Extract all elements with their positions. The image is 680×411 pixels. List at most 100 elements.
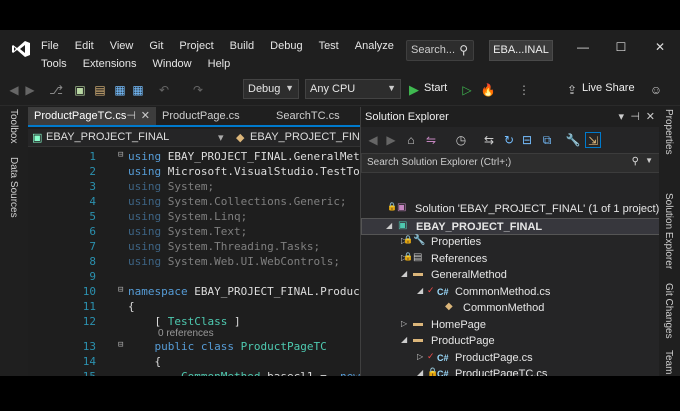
back-icon[interactable]: ◀ <box>6 82 22 98</box>
hot-reload-icon[interactable]: 🔥 <box>480 82 496 98</box>
menu-item[interactable]: Git <box>149 40 163 56</box>
properties-tab[interactable]: Properties <box>663 109 674 155</box>
menu-item[interactable]: Edit <box>75 40 94 56</box>
bottom-letterbox <box>0 376 680 411</box>
open-folder-icon[interactable]: ▤ <box>92 82 108 98</box>
search-icon[interactable]: ⚲ <box>632 156 639 167</box>
live-share-button[interactable]: Live Share <box>582 82 635 94</box>
tab-productpage[interactable]: ProductPage.cs <box>156 107 270 125</box>
fold-toggle-icon[interactable]: ⊟ <box>118 150 123 160</box>
tab-productpagetc[interactable]: ProductPageTC.cs ⊣ ✕ <box>28 107 156 125</box>
team-explorer-tab[interactable]: Team Explor <box>663 350 674 376</box>
menu-item[interactable]: Extensions <box>83 58 137 74</box>
menu-item[interactable]: Project <box>179 40 213 56</box>
pin-icon[interactable]: ⊣ <box>126 109 136 122</box>
feedback-icon[interactable]: ☺ <box>648 82 664 98</box>
home-icon[interactable]: ⌂ <box>403 132 419 148</box>
collapsed-arrow-icon[interactable]: ▷ <box>417 352 423 361</box>
code-area[interactable]: 1 ⊟ using EBAY_PROJECT_FINAL.GeneralMet 2 us… <box>28 147 360 376</box>
refresh-icon[interactable]: ↻ <box>501 132 517 148</box>
expanded-arrow-icon[interactable]: ◢ <box>386 221 392 230</box>
data-sources-tab[interactable]: Data Sources <box>8 157 19 218</box>
tree-item[interactable]: ◢ ▬ ProductPage <box>361 333 660 350</box>
start-debug-icon[interactable]: ▶ <box>406 82 422 98</box>
close-icon[interactable]: ✕ <box>650 40 670 56</box>
toolbox-tab[interactable]: Toolbox <box>8 109 19 143</box>
new-project-icon[interactable]: ▣ <box>72 82 88 98</box>
save-icon[interactable]: ▦ <box>112 82 128 98</box>
back-icon[interactable]: ◀ <box>365 132 381 148</box>
platform-value: Any CPU <box>310 83 356 95</box>
expanded-arrow-icon[interactable]: ◢ <box>401 269 407 278</box>
sync-icon[interactable]: ⇆ <box>481 132 497 148</box>
solution-search-input[interactable]: Search Solution Explorer (Ctrl+;) ⚲ ▼ <box>361 153 660 173</box>
forward-icon[interactable]: ▶ <box>22 82 38 98</box>
tree-item[interactable]: ▷ 🔒 ▤ References <box>361 251 660 268</box>
menu-item[interactable]: Build <box>230 40 254 56</box>
show-all-files-icon[interactable]: ⧉ <box>539 132 555 148</box>
configuration-select[interactable]: Debug ▼ <box>243 79 299 99</box>
tree-item[interactable]: ▷ ✓ C# ProductPage.cs <box>361 350 660 367</box>
pin-icon[interactable]: ⊣ <box>630 110 640 123</box>
tree-item[interactable]: 🔒 ▣ Solution 'EBAY_PROJECT_FINAL' (1 of 1 … <box>361 201 660 218</box>
collapsed-arrow-icon[interactable]: ▷ <box>401 319 407 328</box>
chevron-down-icon[interactable]: ▾ <box>218 131 224 144</box>
undo-icon[interactable]: ↶ <box>156 82 172 98</box>
platform-select[interactable]: Any CPU ▼ <box>305 79 401 99</box>
close-icon[interactable]: ✕ <box>646 110 655 123</box>
code-token: using <box>128 195 162 208</box>
switch-views-icon[interactable]: ⇋ <box>423 132 439 148</box>
redo-icon[interactable]: ↷ <box>190 82 206 98</box>
menu-item[interactable]: Debug <box>270 40 302 56</box>
branch-icon[interactable]: ⎇ <box>48 82 64 98</box>
folder-icon: ▬ <box>413 317 423 329</box>
tree-item[interactable]: ◢ 🔒 C# ProductPageTC.cs <box>361 366 660 376</box>
close-icon[interactable]: ✕ <box>141 109 150 122</box>
global-search-box[interactable]: Search... ⚲ <box>406 40 474 61</box>
menu-item[interactable]: View <box>110 40 134 56</box>
preview-selected-icon[interactable]: ⇲ <box>585 132 601 148</box>
git-changes-tab[interactable]: Git Changes <box>663 283 674 339</box>
code-text: public class ProductPageTC <box>128 340 327 353</box>
forward-icon[interactable]: ▶ <box>383 132 399 148</box>
save-all-icon[interactable]: ▦ <box>130 82 146 98</box>
tree-item[interactable]: ◢ ▣ EBAY_PROJECT_FINAL <box>361 217 660 235</box>
toolbar-overflow-icon[interactable]: ⋮ <box>516 82 532 98</box>
tree-item-label: References <box>431 252 488 265</box>
tree-item-label: ProductPage.cs <box>455 351 533 364</box>
start-button[interactable]: Start <box>424 82 447 94</box>
maximize-icon[interactable]: ☐ <box>611 40 631 56</box>
menu-item[interactable]: Analyze <box>355 40 394 56</box>
menu-item[interactable]: Window <box>153 58 192 74</box>
tree-item[interactable]: ▷ 🔒 🔧 Properties <box>361 234 660 251</box>
pending-changes-icon[interactable]: ◷ <box>453 132 469 148</box>
fold-toggle-icon[interactable]: ⊟ <box>118 285 123 295</box>
properties-wrench-icon[interactable]: 🔧 <box>565 132 581 148</box>
menu-item[interactable]: Tools <box>41 58 67 74</box>
minimize-icon[interactable]: — <box>573 40 593 56</box>
codelens-references[interactable]: 0 references <box>158 328 214 339</box>
menu-item[interactable]: Help <box>208 58 231 74</box>
collapse-all-icon[interactable]: ⊟ <box>519 132 535 148</box>
tree-item[interactable]: ▷ ▬ HomePage <box>361 317 660 334</box>
tree-item[interactable]: ◆ CommonMethod <box>361 300 660 317</box>
menu-item[interactable]: Test <box>319 40 339 56</box>
solution-explorer-tab[interactable]: Solution Explorer <box>663 193 674 269</box>
expanded-arrow-icon[interactable]: ◢ <box>417 368 423 376</box>
tab-searchtc[interactable]: SearchTC.cs <box>270 107 360 125</box>
fold-toggle-icon[interactable]: ⊟ <box>118 340 123 350</box>
menu-item[interactable]: File <box>41 40 59 56</box>
tree-item-label: Properties <box>431 236 482 248</box>
expanded-arrow-icon[interactable]: ◢ <box>401 335 407 344</box>
line-number: 14 <box>82 355 96 368</box>
live-share-icon[interactable]: ⇪ <box>564 82 580 98</box>
code-token: ] <box>233 315 241 328</box>
expanded-arrow-icon[interactable]: ◢ <box>417 286 423 295</box>
project-dropdown[interactable]: EBAY_PROJECT_FINAL <box>46 131 169 143</box>
dropdown-icon[interactable]: ▾ <box>618 110 624 123</box>
chevron-down-icon[interactable]: ▼ <box>645 156 653 165</box>
tree-item[interactable]: ◢ ✓ C# CommonMethod.cs <box>361 284 660 301</box>
start-without-debug-icon[interactable]: ▷ <box>459 82 475 98</box>
project-name-badge[interactable]: EBA...INAL <box>489 40 553 61</box>
tree-item[interactable]: ◢ ▬ GeneralMethod <box>361 267 660 284</box>
